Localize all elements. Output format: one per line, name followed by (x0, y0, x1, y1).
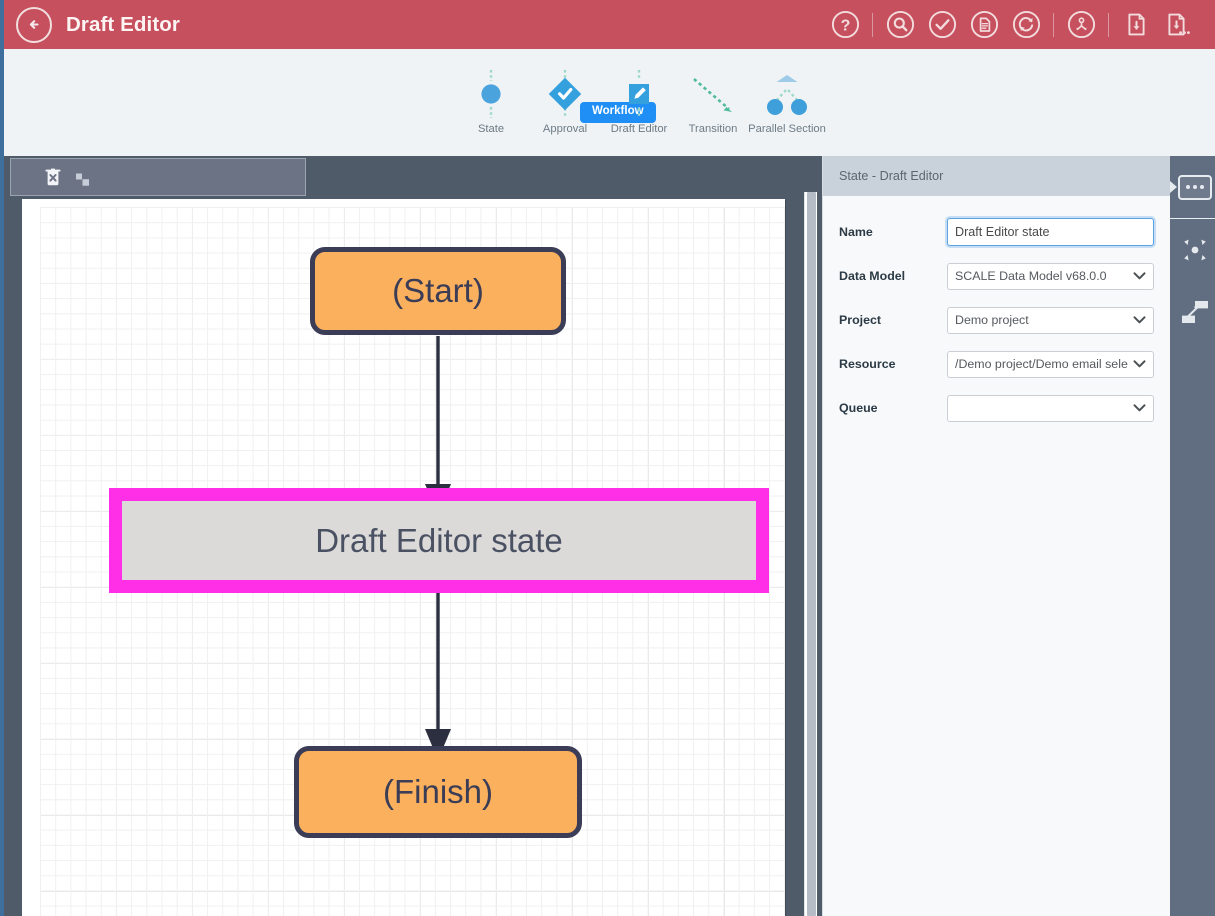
scrollbar-thumb[interactable] (807, 192, 816, 916)
diagram-page[interactable]: (Start) Draft Editor state (Finish) (22, 199, 785, 916)
align-squares-icon (76, 173, 89, 186)
field-label: Name (839, 225, 873, 239)
assign-button[interactable] (1060, 4, 1102, 46)
canvas-toolbar (10, 158, 306, 196)
document-icon (970, 10, 998, 39)
palette-item-parallel-section[interactable]: Parallel Section (748, 68, 826, 135)
panel-title: State - Draft Editor (823, 156, 1170, 196)
back-button[interactable] (16, 6, 52, 43)
palette-item-approval[interactable]: Approval (528, 68, 602, 135)
arrow-left-circle-icon (29, 20, 39, 29)
state-circle-icon (471, 68, 511, 120)
validate-button[interactable] (921, 4, 963, 46)
palette-item-transition[interactable]: Transition (676, 68, 750, 135)
header-toolbar: ? (824, 4, 1199, 46)
parallel-section-icon (759, 68, 815, 120)
canvas-vertical-scrollbar[interactable] (804, 192, 817, 916)
node-draft-editor-state[interactable]: Draft Editor state (109, 488, 769, 593)
toolbar-separator (1108, 12, 1109, 37)
field-label: Project (839, 313, 882, 327)
palette-items: State Approval Draft Editor Transition P… (454, 68, 826, 135)
toolbar-separator (1053, 12, 1054, 37)
palette-item-label: Approval (542, 123, 588, 135)
import-options-button[interactable] (1157, 4, 1199, 46)
validate-check-icon (928, 10, 956, 39)
search-icon (886, 10, 914, 39)
node-label: Draft Editor state (315, 521, 563, 559)
import-document-icon (1127, 13, 1145, 36)
palette-item-label: Parallel Section (748, 123, 826, 135)
refresh-button[interactable] (1005, 4, 1047, 46)
palette-item-label: State (477, 123, 505, 135)
assign-user-icon (1067, 10, 1095, 39)
field-resource: Resource /Demo project/Demo email sele (839, 342, 1154, 386)
palette-item-draft-editor[interactable]: Draft Editor (602, 68, 676, 135)
align-button[interactable] (73, 166, 93, 188)
toolbar-separator (872, 12, 873, 37)
name-input[interactable] (947, 218, 1154, 246)
auto-layout-icon (1181, 301, 1208, 323)
palette-item-label: Transition (688, 123, 738, 135)
fit-to-screen-icon (1183, 239, 1206, 261)
fit-to-screen-button[interactable] (1170, 219, 1215, 281)
workflow-diagram: (Start) Draft Editor state (Finish) (22, 199, 785, 916)
node-start[interactable]: (Start) (310, 247, 566, 335)
import-button[interactable] (1115, 4, 1157, 46)
caret-right-icon (1170, 181, 1177, 193)
draft-editor-pencil-icon (617, 68, 661, 120)
properties-panel-toggle-icon (1177, 174, 1212, 200)
delete-icon (45, 168, 61, 186)
project-select[interactable]: Demo project (947, 306, 1154, 334)
field-name: Name (839, 210, 1154, 254)
draft-editor-window: Draft Editor ? Workflow State Approval D… (0, 0, 1215, 916)
document-button[interactable] (963, 4, 1005, 46)
canvas-area[interactable]: (Start) Draft Editor state (Finish) (4, 156, 822, 916)
properties-panel: State - Draft Editor Name Data Model SCA… (822, 156, 1170, 916)
resource-select[interactable]: /Demo project/Demo email sele (947, 350, 1154, 378)
refresh-icon (1012, 10, 1040, 39)
field-label: Queue (839, 401, 878, 415)
palette-item-state[interactable]: State (454, 68, 528, 135)
help-button[interactable]: ? (824, 4, 866, 46)
field-project: Project Demo project (839, 298, 1154, 342)
field-queue: Queue (839, 386, 1154, 430)
queue-select[interactable] (947, 394, 1154, 422)
field-label: Resource (839, 357, 896, 371)
panel-fields: Name Data Model SCALE Data Model v68.0.0 (823, 196, 1170, 430)
field-label: Data Model (839, 269, 906, 283)
page-title: Draft Editor (66, 12, 180, 36)
search-button[interactable] (879, 4, 921, 46)
auto-layout-button[interactable] (1170, 281, 1215, 343)
approval-diamond-check-icon (543, 68, 587, 120)
palette-ribbon: Workflow State Approval Draft Editor Tra… (4, 49, 1215, 156)
palette-item-label: Draft Editor (610, 123, 668, 135)
app-header: Draft Editor ? (4, 0, 1215, 49)
import-document-options-icon (1167, 13, 1190, 36)
properties-panel-toggle[interactable] (1170, 156, 1215, 218)
node-label: (Start) (392, 272, 484, 309)
field-data-model: Data Model SCALE Data Model v68.0.0 (839, 254, 1154, 298)
transition-arrow-icon (686, 68, 740, 120)
node-finish[interactable]: (Finish) (294, 746, 582, 838)
delete-button[interactable] (43, 166, 63, 188)
svg-text:?: ? (840, 17, 850, 34)
help-icon: ? (831, 10, 859, 39)
right-tool-strip (1170, 156, 1215, 916)
node-label: (Finish) (382, 773, 493, 810)
data-model-select[interactable]: SCALE Data Model v68.0.0 (947, 262, 1154, 290)
node-body: Draft Editor state (122, 501, 756, 580)
